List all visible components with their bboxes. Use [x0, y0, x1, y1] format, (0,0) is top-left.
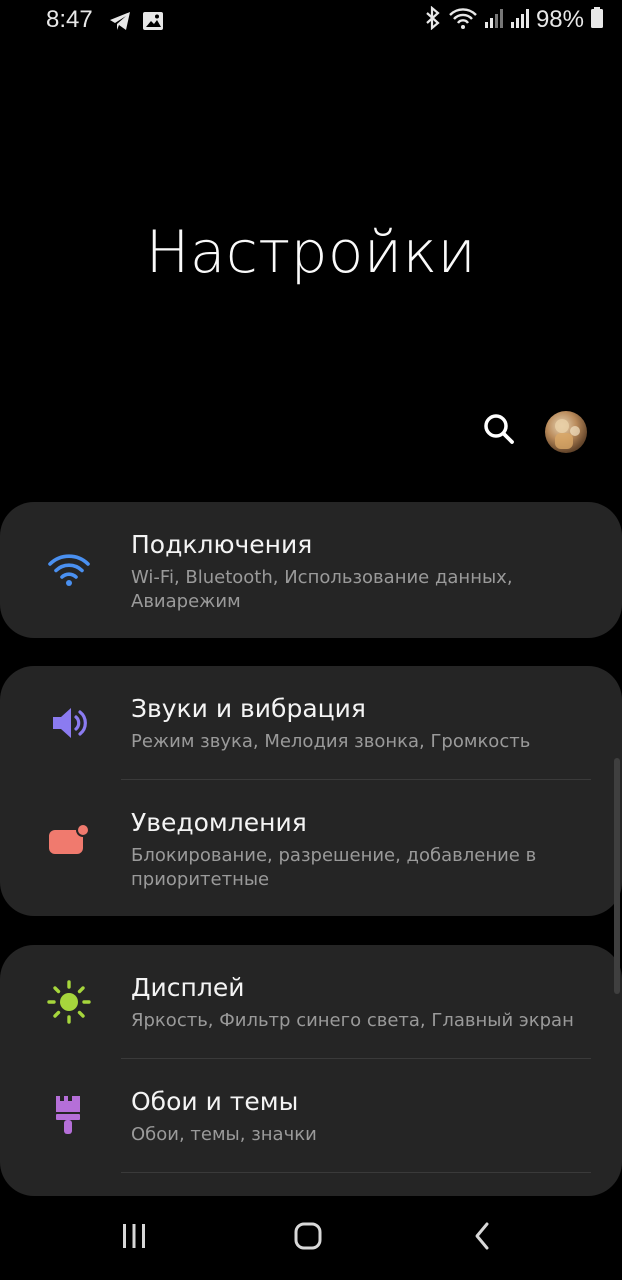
settings-item-title: Звуки и вибрация — [131, 694, 366, 723]
settings-item-subtitle: Wi-Fi, Bluetooth, Использование данных, … — [131, 567, 513, 612]
settings-item-wallpapers-themes[interactable]: Обои и темы Обои, темы, значки — [0, 1059, 622, 1172]
battery-percent: 98% — [535, 6, 584, 33]
wifi-icon — [46, 547, 92, 593]
back-icon — [471, 1221, 493, 1255]
notifications-icon — [46, 816, 92, 862]
status-left-icons — [108, 10, 164, 36]
search-icon — [482, 412, 516, 450]
navigation-bar — [0, 1200, 622, 1280]
recents-icon — [119, 1222, 149, 1254]
settings-item-sounds[interactable]: Звуки и вибрация Режим звука, Мелодия зв… — [0, 666, 622, 779]
recents-button[interactable] — [109, 1218, 159, 1258]
page-title: Настройки — [145, 218, 477, 286]
settings-item-subtitle: Яркость, Фильтр синего света, Главный эк… — [131, 1010, 574, 1031]
telegram-icon — [108, 10, 132, 36]
scrollbar[interactable] — [614, 758, 620, 994]
search-button[interactable] — [478, 410, 520, 452]
image-icon — [142, 10, 164, 36]
avatar[interactable] — [545, 411, 587, 453]
settings-card-display-themes: Дисплей Яркость, Фильтр синего света, Гл… — [0, 945, 622, 1196]
settings-item-display[interactable]: Дисплей Яркость, Фильтр синего света, Гл… — [0, 945, 622, 1058]
volume-icon — [46, 700, 92, 746]
divider — [121, 1172, 591, 1173]
home-icon — [293, 1221, 323, 1255]
settings-item-title: Дисплей — [131, 973, 245, 1002]
settings-item-subtitle: Обои, темы, значки — [131, 1124, 317, 1145]
settings-card-connections: Подключения Wi-Fi, Bluetooth, Использова… — [0, 502, 622, 638]
settings-card-sounds-notifications: Звуки и вибрация Режим звука, Мелодия зв… — [0, 666, 622, 916]
settings-item-connections[interactable]: Подключения Wi-Fi, Bluetooth, Использова… — [0, 502, 622, 638]
settings-item-title: Обои и темы — [131, 1087, 299, 1116]
bluetooth-icon — [424, 5, 442, 34]
settings-item-title: Подключения — [131, 530, 313, 559]
settings-item-title: Уведомления — [131, 808, 307, 837]
paint-brush-icon — [46, 1091, 92, 1137]
settings-item-subtitle: Режим звука, Мелодия звонка, Громкость — [131, 731, 531, 752]
back-button[interactable] — [457, 1218, 507, 1258]
status-time: 8:47 — [46, 6, 93, 33]
wifi-icon — [448, 6, 478, 34]
signal-icon — [484, 6, 504, 34]
settings-item-subtitle: Блокирование, разрешение, добавление в п… — [131, 845, 537, 890]
status-right: 98% — [424, 5, 604, 34]
signal-icon — [510, 6, 530, 34]
battery-icon — [590, 6, 604, 34]
status-bar: 8:47 98% — [0, 0, 622, 44]
settings-item-notifications[interactable]: Уведомления Блокирование, разрешение, до… — [0, 780, 622, 916]
brightness-icon — [46, 979, 92, 1025]
home-button[interactable] — [283, 1218, 333, 1258]
